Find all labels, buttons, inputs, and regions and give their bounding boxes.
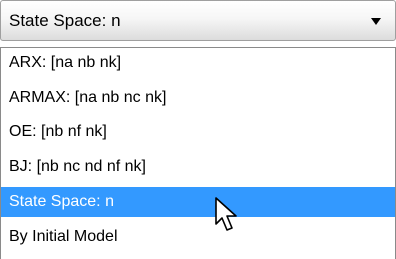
dropdown-option-state-space[interactable]: State Space: n — [1, 187, 395, 217]
dropdown-option-initial-model[interactable]: By Initial Model — [1, 222, 395, 252]
mouse-pointer-icon — [215, 197, 237, 231]
dropdown-option-armax[interactable]: ARMAX: [na nb nc nk] — [1, 83, 395, 113]
option-label: OE: [nb nf nk] — [9, 123, 107, 140]
dropdown-list: ARX: [na nb nk] ARMAX: [na nb nc nk] OE:… — [0, 47, 396, 259]
dropdown-option-oe[interactable]: OE: [nb nf nk] — [1, 117, 395, 147]
model-structure-dropdown: State Space: n ARX: [na nb nk] ARMAX: [n… — [0, 0, 396, 259]
option-label: By Initial Model — [9, 228, 118, 245]
option-label: BJ: [nb nc nd nf nk] — [9, 158, 146, 175]
chevron-down-icon[interactable] — [371, 18, 381, 25]
combobox-selected-value: State Space: n — [9, 11, 121, 30]
model-structure-combobox[interactable]: State Space: n — [0, 0, 396, 41]
dropdown-option-arx[interactable]: ARX: [na nb nk] — [1, 48, 395, 78]
option-label: ARMAX: [na nb nc nk] — [9, 89, 167, 106]
dropdown-option-bj[interactable]: BJ: [nb nc nd nf nk] — [1, 152, 395, 182]
option-label: ARX: [na nb nk] — [9, 54, 122, 71]
option-label: State Space: n — [9, 193, 114, 210]
